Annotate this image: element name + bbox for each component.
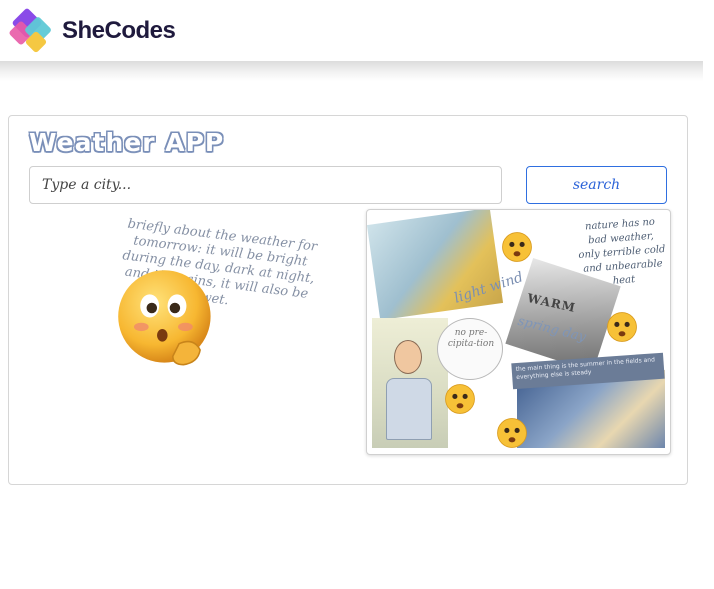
worried-emoji-icon [445,384,475,414]
weather-card: Weather APP search briefly about the wea… [8,115,688,485]
collage-quote: nature has no bad weather, only terrible… [578,216,666,287]
brand-logo[interactable]: SheCodes [8,7,176,54]
weather-collage: the main thing is the summer in the fiel… [366,209,671,455]
navbar-shadow [0,61,703,81]
city-search-input[interactable] [29,166,502,204]
worried-emoji-icon [497,418,527,448]
shecodes-logo-icon [8,7,56,54]
collage-no-precipitation: no pre-cipita-tion [447,328,495,349]
cold-man-illustration [372,318,448,448]
umbrella-wind-illustration [367,210,504,321]
brand-name: SheCodes [62,17,176,44]
worried-emoji-icon [502,232,532,262]
app-title: Weather APP [29,128,225,157]
worried-emoji-icon [607,312,637,342]
top-navbar: SheCodes [0,0,703,63]
thinking-emoji-icon [118,270,211,366]
search-button[interactable]: search [526,166,667,204]
